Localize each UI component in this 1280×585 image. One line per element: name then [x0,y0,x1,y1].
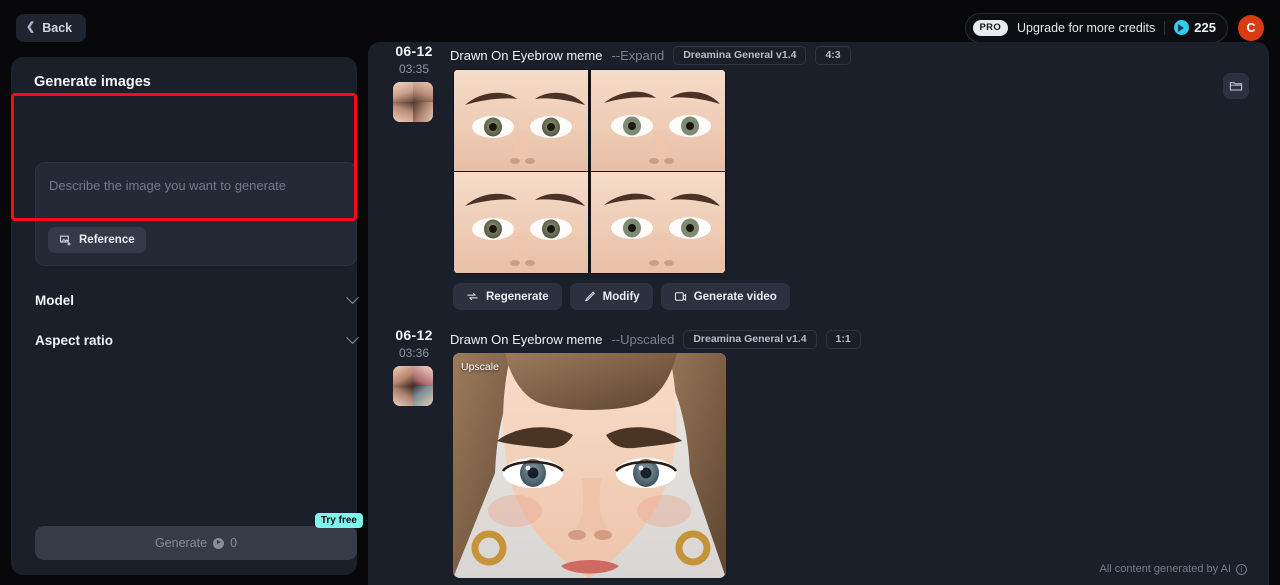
generation-date: 06-12 [395,43,433,59]
thumbnail-grid [393,82,433,122]
thumbnail-cell [393,386,413,406]
generate-images-panel: Generate images Describe the image you w… [11,57,363,575]
info-icon[interactable]: i [1236,563,1247,575]
generate-button-label: Generate [154,536,208,550]
generate-video-button[interactable]: Generate video [660,283,790,310]
thumbnail-cell [413,386,433,406]
sidebar-item-model[interactable]: Model [35,285,359,315]
chevron-left-icon: ❮ [26,21,36,33]
ratio-chip: 1:1 [825,329,861,349]
app-root: ❮ Back PRO Upgrade for more credits 225 … [0,0,1280,585]
generated-image-grid[interactable] [453,69,726,274]
folder-button[interactable] [1223,73,1249,99]
thumbnail-cell [393,366,413,386]
reference-button-label: Reference [79,234,135,246]
video-icon [674,290,687,303]
generate-video-label: Generate video [693,290,777,303]
generation-history-panel: 06-12 03:35 Drawn On Eyebrow meme --Expa… [368,42,1269,585]
back-button[interactable]: ❮ Back [16,13,87,42]
sidebar-item-aspect-ratio[interactable]: Aspect ratio [35,325,359,355]
section-label-model: Model [35,292,74,308]
generation-suffix: --Expand [611,47,665,63]
add-image-icon [59,234,72,247]
generation-timestamp: 06-12 03:36 [386,327,442,360]
generated-image[interactable]: Upscale [453,353,726,578]
upscale-badge: Upscale [461,361,499,373]
credits-pill[interactable]: PRO Upgrade for more credits 225 [964,12,1228,43]
generation-actions: Regenerate Modify Generate video [453,283,790,310]
generation-header: Drawn On Eyebrow meme --Upscaled Dreamin… [450,329,861,349]
regenerate-icon [466,290,479,303]
thumbnail-cell [413,102,433,122]
generation-timestamp: 06-12 03:35 [386,43,442,76]
model-chip: Dreamina General v1.4 [673,45,807,65]
generation-suffix: --Upscaled [611,331,675,347]
generation-header: Drawn On Eyebrow meme --Expand Dreamina … [450,45,851,65]
ai-disclaimer-text: All content generated by AI [1099,563,1231,575]
credit-coin-icon [1174,20,1190,35]
pencil-icon [583,290,596,303]
generation-title: Drawn On Eyebrow meme [450,47,603,63]
generation-thumbnail[interactable] [393,82,433,122]
thumbnail-cell [393,102,413,122]
generate-button-wrap: Try free Generate 0 [35,513,363,560]
reference-button[interactable]: Reference [48,227,146,253]
credit-group[interactable]: 225 [1174,20,1222,35]
regenerate-button[interactable]: Regenerate [453,283,562,310]
generate-cost: 0 [230,536,238,550]
credit-count: 225 [1194,20,1216,35]
thumbnail-cell [413,366,433,386]
prompt-input-container[interactable]: Describe the image you want to generate … [35,162,357,266]
modify-button[interactable]: Modify [569,283,653,310]
generation-time: 03:35 [398,62,430,76]
chevron-down-icon [346,290,359,304]
generation-date: 06-12 [395,327,433,343]
folder-icon [1229,79,1243,93]
page-title: Generate images [34,74,151,90]
thumbnail-grid [393,366,433,406]
top-bar-right: PRO Upgrade for more credits 225 C [964,12,1264,43]
divider [1164,20,1166,35]
section-label-aspect-ratio: Aspect ratio [35,332,114,348]
try-free-badge: Try free [314,513,363,528]
thumbnail-cell [413,82,433,102]
generate-button[interactable]: Generate 0 [35,526,357,560]
generation-thumbnail[interactable] [393,366,433,406]
back-button-label: Back [42,20,73,35]
avatar[interactable]: C [1238,14,1264,41]
ai-disclaimer: All content generated by AI i [1100,563,1247,575]
regenerate-label: Regenerate [486,290,549,303]
generation-title: Drawn On Eyebrow meme [450,331,603,347]
modify-label: Modify [602,290,640,303]
ratio-chip: 4:3 [815,45,851,65]
credit-coin-icon [213,537,225,549]
prompt-placeholder[interactable]: Describe the image you want to generate [49,178,286,193]
generation-time: 03:36 [398,346,430,360]
pro-badge: PRO [972,19,1009,36]
chevron-down-icon [346,330,359,344]
model-chip: Dreamina General v1.4 [683,329,817,349]
upgrade-label[interactable]: Upgrade for more credits [1017,21,1155,35]
thumbnail-cell [393,82,413,102]
